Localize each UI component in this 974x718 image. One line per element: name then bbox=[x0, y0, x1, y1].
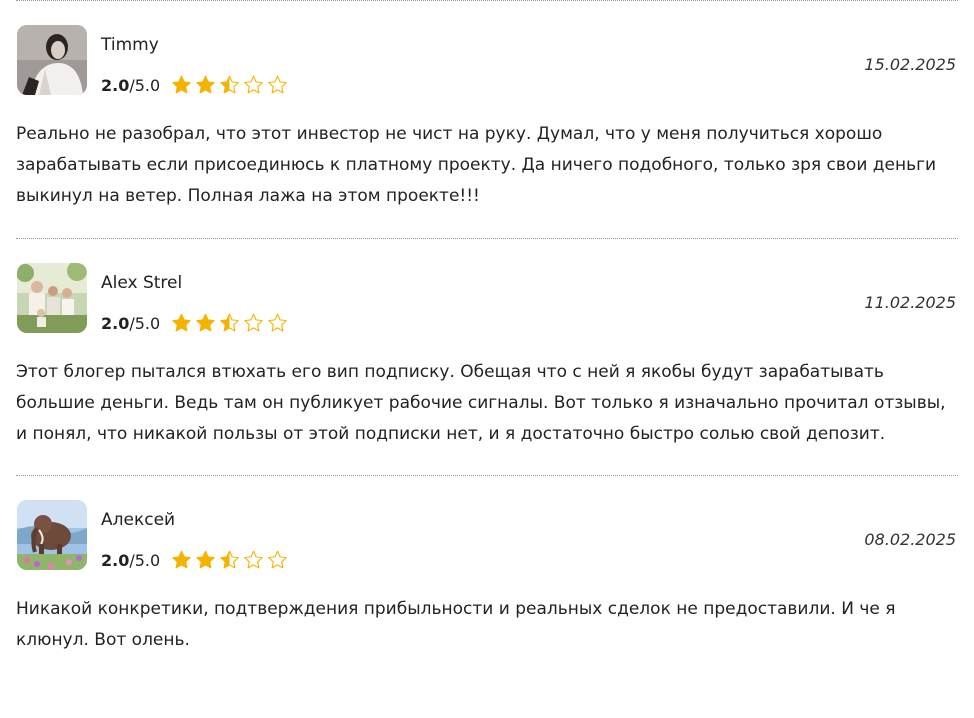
review-header: Timmy 2.0/5.0 15.02.2025 bbox=[16, 1, 958, 97]
review-item: Alex Strel 2.0/5.0 11.02.2025 Этот блоге… bbox=[16, 239, 958, 475]
review-date: 11.02.2025 bbox=[864, 293, 956, 312]
star-full-icon bbox=[172, 313, 191, 332]
review-text: Этот блогер пытался втюхать его вип подп… bbox=[16, 362, 946, 444]
star-full-icon bbox=[172, 75, 191, 94]
star-empty-icon bbox=[268, 550, 287, 569]
review-text: Реально не разобрал, что этот инвестор н… bbox=[16, 124, 937, 206]
star-empty-icon bbox=[244, 313, 263, 332]
rating-row: 2.0/5.0 bbox=[101, 311, 289, 335]
rating-stars bbox=[170, 74, 289, 96]
star-empty-icon bbox=[268, 75, 287, 94]
rating-score: 2.0/5.0 bbox=[101, 550, 161, 570]
star-half-icon bbox=[220, 550, 239, 569]
star-empty-icon bbox=[244, 550, 263, 569]
review-date: 15.02.2025 bbox=[864, 55, 956, 74]
review-date: 08.02.2025 bbox=[864, 530, 956, 549]
star-empty-icon bbox=[268, 313, 287, 332]
rating-row: 2.0/5.0 bbox=[101, 548, 289, 572]
star-full-icon bbox=[196, 313, 215, 332]
star-full-icon bbox=[196, 550, 215, 569]
review-author: Timmy bbox=[101, 35, 159, 55]
reviews-list: Timmy 2.0/5.0 15.02.2025 Реально не разо… bbox=[16, 0, 958, 656]
rating-score: 2.0/5.0 bbox=[101, 75, 161, 95]
review-author: Алексей bbox=[101, 510, 176, 530]
review-text: Никакой конкретики, подтверждения прибыл… bbox=[16, 599, 896, 650]
star-full-icon bbox=[172, 550, 191, 569]
rating-stars bbox=[170, 549, 289, 571]
review-item: Timmy 2.0/5.0 15.02.2025 Реально не разо… bbox=[16, 1, 958, 238]
star-empty-icon bbox=[244, 75, 263, 94]
rating-score: 2.0/5.0 bbox=[101, 313, 161, 333]
review-author: Alex Strel bbox=[101, 273, 183, 293]
rating-stars bbox=[170, 312, 289, 334]
star-full-icon bbox=[196, 75, 215, 94]
star-half-icon bbox=[220, 313, 239, 332]
star-half-icon bbox=[220, 75, 239, 94]
review-item: Алексей 2.0/5.0 08.02.2025 Никакой конкр… bbox=[16, 476, 958, 656]
review-header: Алексей 2.0/5.0 08.02.2025 bbox=[16, 476, 958, 572]
avatar bbox=[17, 500, 87, 570]
rating-row: 2.0/5.0 bbox=[101, 73, 289, 97]
avatar bbox=[17, 25, 87, 95]
avatar bbox=[17, 263, 87, 333]
review-header: Alex Strel 2.0/5.0 11.02.2025 bbox=[16, 239, 958, 335]
